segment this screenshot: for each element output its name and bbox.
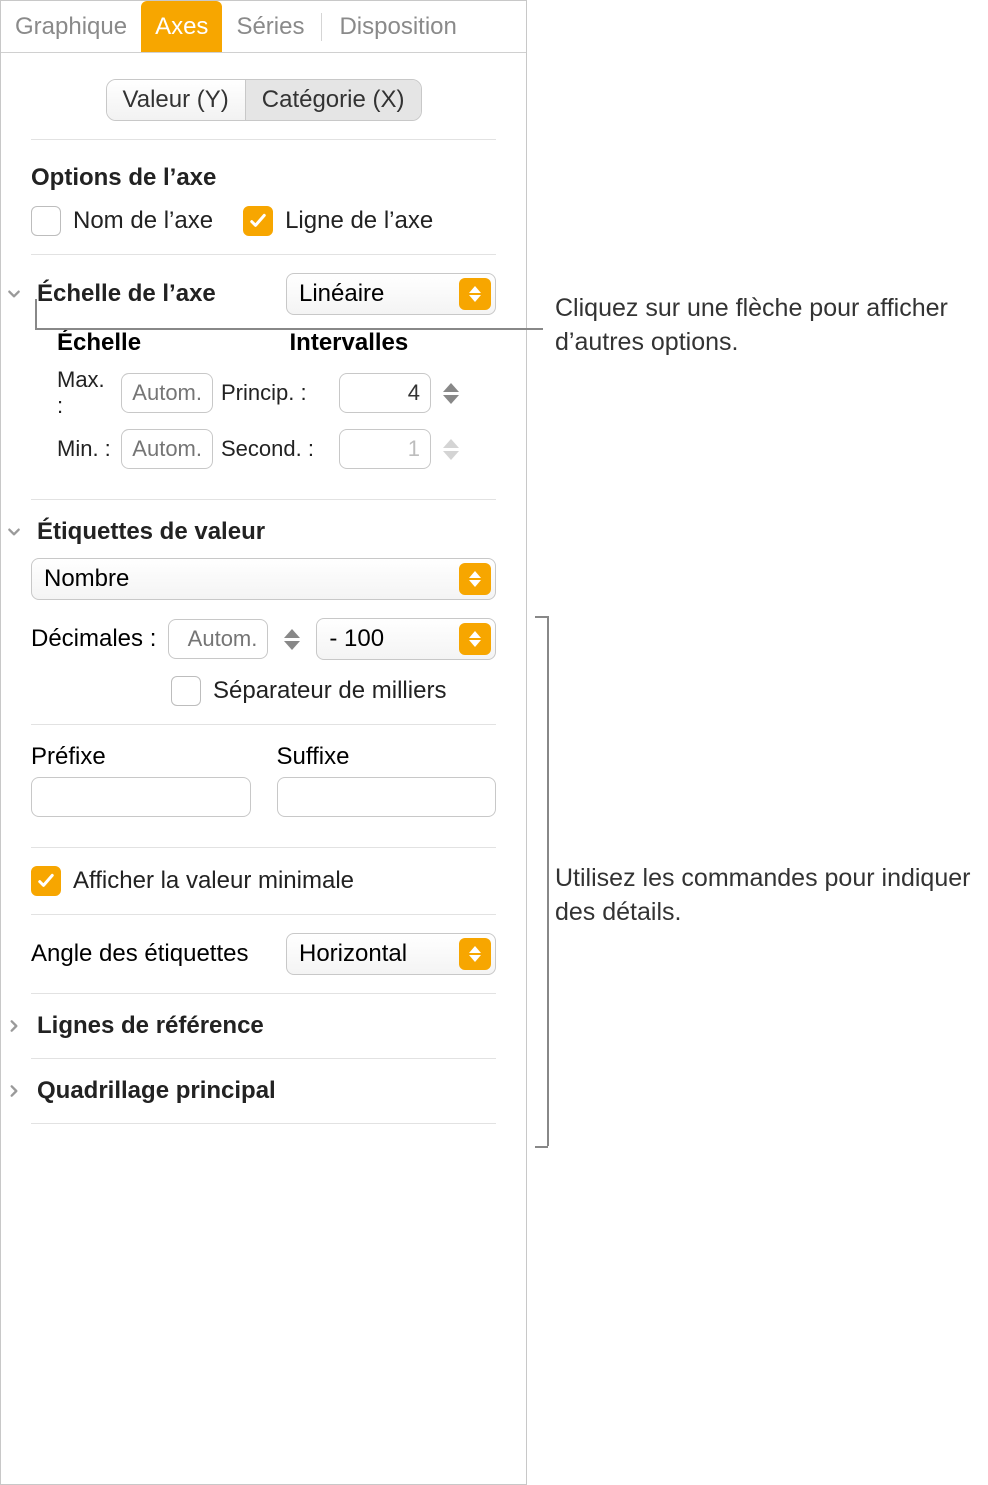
callout-leader-line: [35, 299, 37, 329]
negative-format-value: - 100: [329, 625, 384, 653]
disclosure-axis-scale[interactable]: [5, 285, 23, 303]
callout-leader-line: [535, 1146, 548, 1148]
scale-max-label: Max. :: [31, 367, 113, 419]
scale-min-input[interactable]: [121, 429, 213, 469]
segment-category-x[interactable]: Catégorie (X): [245, 80, 421, 120]
major-grid-title: Quadrillage principal: [37, 1077, 276, 1105]
callout-top-text: Cliquez sur une flèche pour afficher d’a…: [555, 292, 988, 360]
value-format-select[interactable]: Nombre: [31, 558, 496, 600]
interval-major-input[interactable]: [339, 373, 431, 413]
select-handle-icon: [459, 938, 491, 970]
axis-scale-type-select[interactable]: Linéaire: [286, 273, 496, 315]
axis-segmented-control: Valeur (Y) Catégorie (X): [1, 79, 526, 121]
value-format-value: Nombre: [44, 565, 129, 593]
tab-series[interactable]: Séries: [222, 1, 318, 52]
tab-disposition[interactable]: Disposition: [325, 1, 470, 52]
decimals-stepper[interactable]: [280, 629, 304, 650]
label-angle-value: Horizontal: [299, 940, 407, 968]
segment-value-y[interactable]: Valeur (Y): [107, 80, 245, 120]
show-min-label: Afficher la valeur minimale: [73, 867, 354, 895]
negative-format-select[interactable]: - 100: [316, 618, 496, 660]
label-angle-label: Angle des étiquettes: [31, 940, 274, 968]
reference-lines-title: Lignes de référence: [37, 1012, 264, 1040]
callout-leader-line: [35, 328, 543, 330]
prefix-label: Préfixe: [31, 743, 251, 771]
interval-minor-input[interactable]: [339, 429, 431, 469]
intervals-heading: Intervalles: [264, 329, 497, 357]
decimals-input[interactable]: [168, 619, 268, 659]
callout-leader-line: [547, 616, 549, 1146]
axis-line-label: Ligne de l’axe: [285, 207, 433, 235]
suffix-input[interactable]: [277, 777, 497, 817]
interval-minor-stepper[interactable]: [439, 439, 463, 460]
label-angle-select[interactable]: Horizontal: [286, 933, 496, 975]
select-handle-icon: [459, 623, 491, 655]
tab-axes[interactable]: Axes: [141, 1, 222, 52]
callout-leader-line: [535, 616, 548, 618]
axis-name-label: Nom de l’axe: [73, 207, 213, 235]
scale-max-input[interactable]: [121, 373, 213, 413]
format-inspector-panel: Graphique Axes Séries Disposition Valeur…: [0, 0, 527, 1485]
thousands-label: Séparateur de milliers: [213, 677, 446, 705]
axis-scale-type-value: Linéaire: [299, 280, 384, 308]
decimals-label: Décimales :: [31, 625, 156, 653]
suffix-label: Suffixe: [277, 743, 497, 771]
interval-major-label: Princip. :: [221, 380, 331, 406]
disclosure-major-grid[interactable]: [5, 1082, 23, 1100]
value-labels-title: Étiquettes de valeur: [37, 518, 265, 546]
axis-scale-title: Échelle de l’axe: [37, 280, 216, 308]
disclosure-value-labels[interactable]: [5, 523, 23, 541]
callout-bottom-text: Utilisez les commandes pour indiquer des…: [555, 862, 988, 930]
axis-options-title: Options de l’axe: [31, 164, 496, 192]
interval-major-stepper[interactable]: [439, 383, 463, 404]
prefix-input[interactable]: [31, 777, 251, 817]
tab-divider: [321, 13, 322, 41]
disclosure-reference-lines[interactable]: [5, 1017, 23, 1035]
select-handle-icon: [459, 563, 491, 595]
scale-min-label: Min. :: [31, 436, 113, 462]
interval-minor-label: Second. :: [221, 436, 331, 462]
inspector-tabbar: Graphique Axes Séries Disposition: [1, 1, 526, 53]
checkbox-axis-line[interactable]: [243, 206, 273, 236]
checkbox-show-min[interactable]: [31, 866, 61, 896]
scale-heading: Échelle: [31, 329, 264, 357]
select-handle-icon: [459, 278, 491, 310]
checkbox-thousands[interactable]: [171, 676, 201, 706]
checkbox-axis-name[interactable]: [31, 206, 61, 236]
tab-graphique[interactable]: Graphique: [1, 1, 141, 52]
